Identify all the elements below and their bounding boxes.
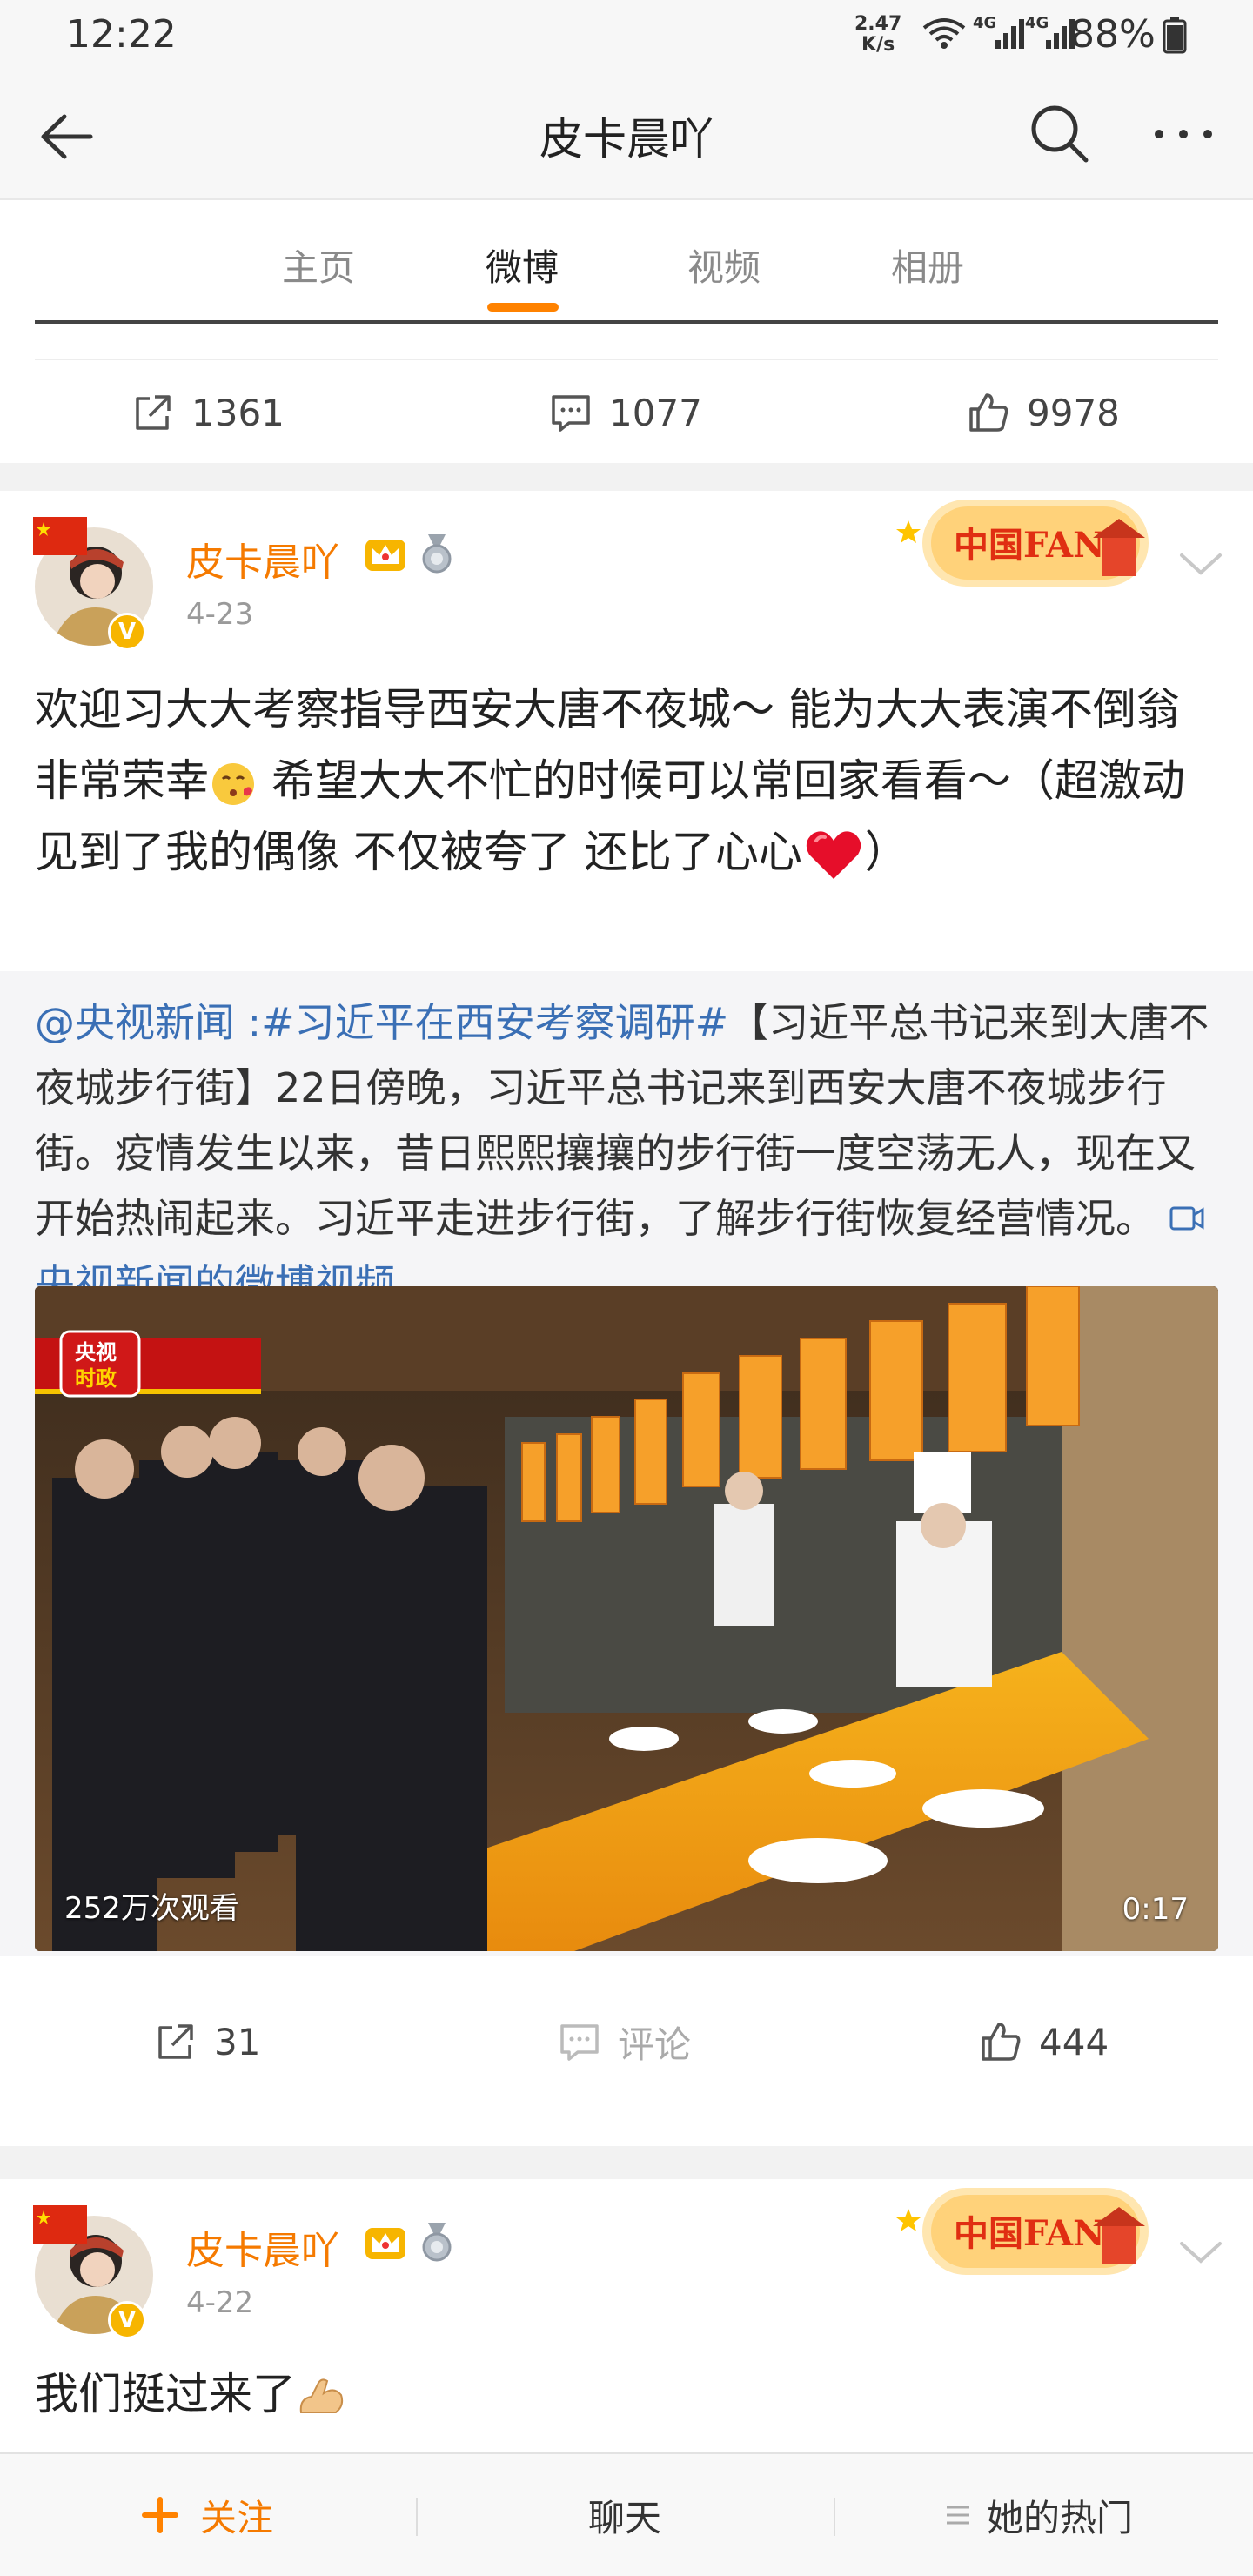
bottom-action-bar: 关注 聊天 她的热门 xyxy=(0,2452,1253,2576)
like-count: 9978 xyxy=(1027,391,1120,434)
post-card: V 皮卡晨吖 4-23 中国FANS 欢迎习大大考察指导西安大唐不夜城～ 能为大… xyxy=(0,491,1253,2146)
comment-button[interactable]: 1077 xyxy=(548,388,702,437)
like-button[interactable]: 9978 xyxy=(966,388,1120,437)
profile-tabs: 主页 微博 视频 相册 xyxy=(0,198,1253,320)
active-tab-indicator xyxy=(487,303,559,312)
post-username[interactable]: 皮卡晨吖 xyxy=(186,531,339,587)
share-icon xyxy=(136,395,171,430)
flexed-biceps-emoji-icon xyxy=(299,2378,344,2413)
network-speed: 2.47 K/s xyxy=(854,13,902,56)
status-time: 12:22 xyxy=(66,12,177,57)
app-header: 皮卡晨吖 xyxy=(0,70,1253,198)
blowing-kiss-emoji-icon xyxy=(212,762,254,805)
comment-icon xyxy=(560,2024,599,2061)
like-count: 444 xyxy=(1039,2020,1109,2063)
hot-posts-button[interactable]: 她的热门 xyxy=(945,2489,1133,2541)
china-flag-icon xyxy=(33,2205,87,2244)
crown-icon xyxy=(365,540,405,571)
post-content: 欢迎习大大考察指导西安大唐不夜城～ 能为大大表演不倒翁非常荣幸 希望大大不忙的时… xyxy=(35,674,1218,888)
signal-icon xyxy=(995,19,1024,49)
repost-button[interactable]: 31 xyxy=(153,2017,260,2066)
list-icon xyxy=(947,2506,969,2525)
tab-video[interactable]: 视频 xyxy=(687,238,761,292)
comment-label: 评论 xyxy=(618,2023,692,2066)
media-edge xyxy=(35,320,1218,324)
like-button[interactable]: 444 xyxy=(978,2017,1109,2066)
reposted-content[interactable]: @央视新闻 :#习近平在西安考察调研#【习近平总书记来到大唐不夜城步行街】22日… xyxy=(0,971,1253,1956)
mention-link[interactable]: @央视新闻 xyxy=(35,999,235,1046)
thumbs-up-icon xyxy=(969,393,1008,432)
divider xyxy=(416,2498,418,2536)
video-duration: 0:17 xyxy=(1122,1892,1189,1927)
post-content: 我们挺过来了 xyxy=(35,2358,1218,2430)
svg-text:央视: 央视 xyxy=(75,1340,117,1365)
chevron-down-icon[interactable] xyxy=(1176,2237,1225,2266)
video-player[interactable]: 央视 时政 252万次观看 0:17 xyxy=(35,1286,1218,1951)
comment-button[interactable]: 评论 xyxy=(557,2017,691,2066)
follow-button[interactable]: 关注 xyxy=(141,2489,273,2541)
tab-album[interactable]: 相册 xyxy=(891,238,964,292)
verified-badge: V xyxy=(108,613,146,651)
thumbs-up-icon xyxy=(982,2023,1021,2061)
medal-icon xyxy=(422,534,452,574)
verified-badge: V xyxy=(108,2301,146,2339)
battery-icon xyxy=(1163,17,1187,54)
video-thumbnail: 央视 时政 xyxy=(35,1286,1218,1951)
repost-text: @央视新闻 :#习近平在西安考察调研#【习近平总书记来到大唐不夜城步行街】22日… xyxy=(35,999,1209,1307)
svg-text:时政: 时政 xyxy=(75,1366,117,1391)
comment-icon xyxy=(552,395,590,432)
video-view-count: 252万次观看 xyxy=(64,1891,239,1926)
medal-icon xyxy=(422,2223,452,2262)
post-actions: 1361 1077 9978 xyxy=(0,360,1253,463)
repost-count: 31 xyxy=(214,2020,261,2063)
repost-count: 1361 xyxy=(191,391,285,434)
share-icon xyxy=(158,2024,193,2059)
red-heart-emoji-icon xyxy=(806,830,861,879)
tab-weibo[interactable]: 微博 xyxy=(486,238,559,292)
comment-count: 1077 xyxy=(609,391,702,434)
china-flag-icon xyxy=(33,517,87,555)
tab-home[interactable]: 主页 xyxy=(282,238,355,292)
china-fans-badge: 中国FANS xyxy=(896,500,1149,587)
video-camera-icon xyxy=(1169,1206,1204,1231)
china-fans-badge: 中国FANS xyxy=(896,2188,1149,2275)
previous-post-footer: 1361 1077 9978 xyxy=(0,320,1253,463)
chat-button[interactable]: 聊天 xyxy=(588,2489,661,2541)
chevron-down-icon[interactable] xyxy=(1176,548,1225,578)
crown-icon xyxy=(365,2228,405,2259)
search-icon[interactable] xyxy=(1027,101,1093,167)
plus-icon xyxy=(142,2497,178,2533)
topic-link[interactable]: :#习近平在西安考察调研# xyxy=(248,999,729,1046)
status-bar: 12:22 2.47 K/s 4G 4G 88% xyxy=(0,0,1253,70)
divider xyxy=(834,2498,835,2536)
post-date: 4-22 xyxy=(186,2285,254,2320)
post-date: 4-23 xyxy=(186,597,254,632)
repost-button[interactable]: 1361 xyxy=(131,388,285,437)
wifi-icon xyxy=(922,18,966,49)
battery-percent: 88% xyxy=(1070,12,1156,57)
post-card: V 皮卡晨吖 4-22 中国FANS 我们挺过来了 xyxy=(0,2179,1253,2452)
post-actions: 31 评论 444 xyxy=(0,1989,1253,2092)
post-username[interactable]: 皮卡晨吖 xyxy=(186,2219,339,2275)
more-icon[interactable] xyxy=(1149,108,1218,160)
